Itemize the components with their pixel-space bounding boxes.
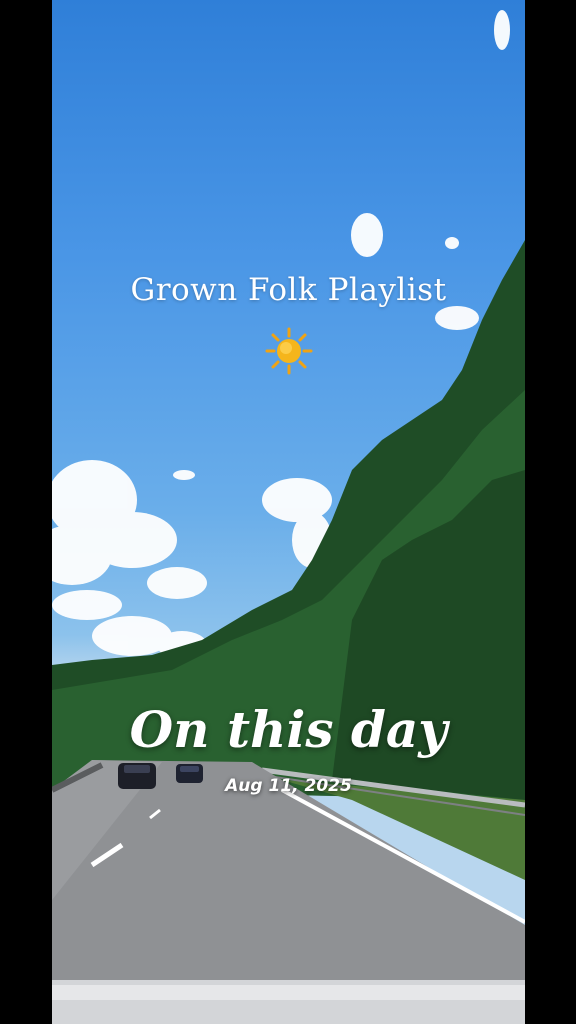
sun-icon [265,327,313,375]
memory-date: Aug 11, 2025 [225,776,352,796]
memory-title: On this day [129,700,448,759]
video-frame: Grown Folk Playlist On this day Aug 11, … [52,0,525,1024]
highway-scene [52,10,525,1024]
playlist-title: Grown Folk Playlist [130,272,447,308]
